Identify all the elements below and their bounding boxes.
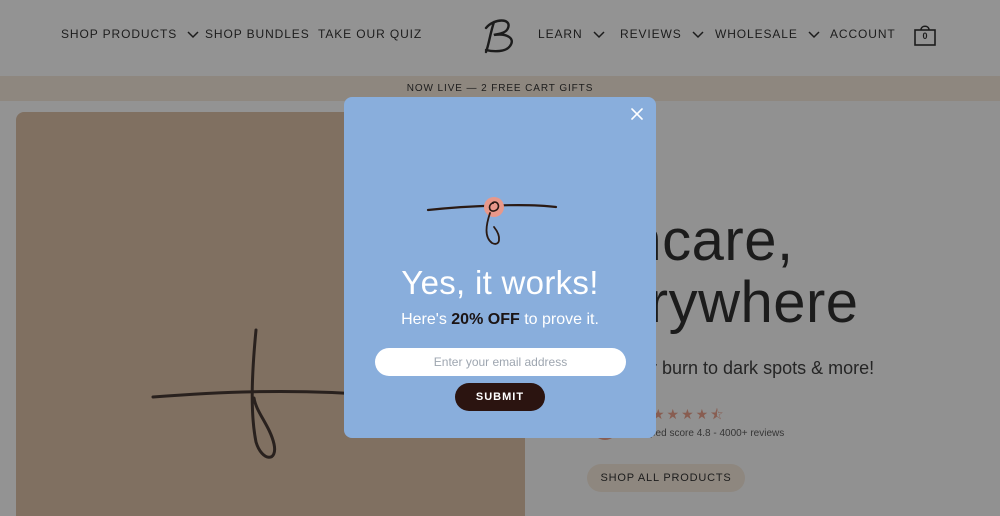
popup-offer: Here's 20% OFF to prove it. <box>344 311 656 329</box>
popup-offer-discount: 20% OFF <box>451 311 520 328</box>
discount-popup: Yes, it works! Here's 20% OFF to prove i… <box>344 97 656 438</box>
knot-logo-icon <box>426 197 558 245</box>
email-input[interactable] <box>375 348 626 376</box>
close-icon[interactable] <box>630 107 644 121</box>
popup-offer-suffix: to prove it. <box>519 311 599 328</box>
popup-offer-prefix: Here's <box>401 311 452 328</box>
popup-title: Yes, it works! <box>401 264 599 301</box>
submit-button[interactable]: SUBMIT <box>455 383 545 411</box>
